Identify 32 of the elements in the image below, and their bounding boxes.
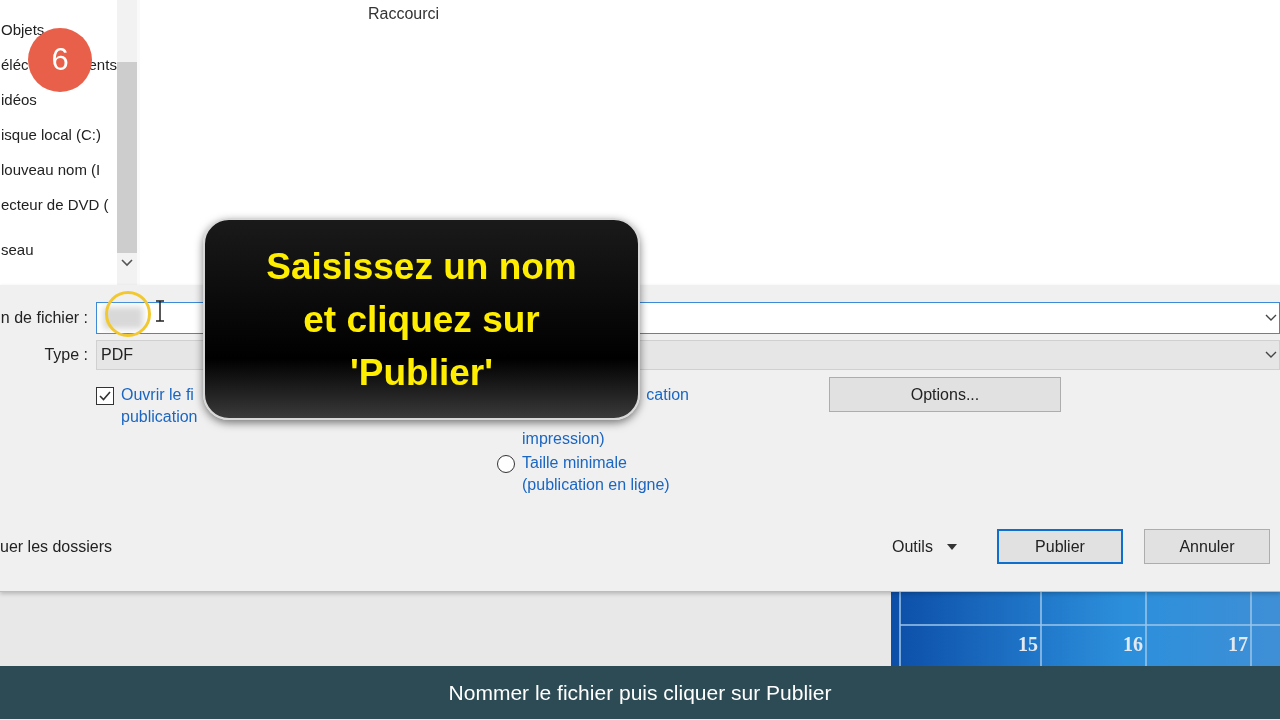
caret-icon: [946, 543, 957, 550]
radio-button[interactable]: [497, 455, 515, 473]
scrollbar-thumb[interactable]: [117, 62, 137, 253]
chevron-down-icon[interactable]: [1265, 314, 1277, 322]
nav-item[interactable]: idéos: [1, 92, 37, 107]
nav-item[interactable]: isque local (C:): [1, 127, 102, 142]
text-cursor-icon: [155, 300, 165, 322]
type-label: Type :: [43, 346, 88, 364]
calendar-day: 17: [1153, 625, 1258, 666]
nav-item[interactable]: louveau nom (I: [1, 162, 101, 177]
checkbox-label[interactable]: Ouvrir le fi publication: [121, 384, 198, 428]
checkbox[interactable]: [96, 387, 114, 405]
tools-menu[interactable]: Outils: [892, 537, 997, 556]
options-button[interactable]: Options...: [829, 377, 1061, 412]
nav-item[interactable]: seau: [1, 242, 34, 257]
nav-item[interactable]: ecteur de DVD (: [1, 197, 109, 212]
nav-item[interactable]: Objets: [1, 22, 45, 37]
radio-label[interactable]: Taille minimale (publication en ligne): [522, 452, 670, 496]
caption-text: Nommer le fichier puis cliquer sur Publier: [448, 680, 832, 705]
publish-button[interactable]: Publier: [997, 529, 1123, 564]
cancel-button[interactable]: Annuler: [1144, 529, 1270, 564]
chevron-down-icon: [1265, 351, 1277, 359]
nav-item[interactable]: éléc: [1, 57, 29, 72]
calendar-day: 15: [900, 625, 1048, 666]
calendar-day: 16: [1048, 625, 1153, 666]
option-label: cation: [645, 385, 689, 405]
chevron-down-icon[interactable]: [121, 259, 133, 267]
file-name-label: n de fichier :: [0, 309, 88, 327]
highlight-circle: [105, 291, 151, 337]
file-type-cell-text: Raccourci: [368, 5, 441, 24]
option-label: impression): [522, 429, 606, 449]
hide-folders-link[interactable]: uer les dossiers: [0, 537, 892, 556]
